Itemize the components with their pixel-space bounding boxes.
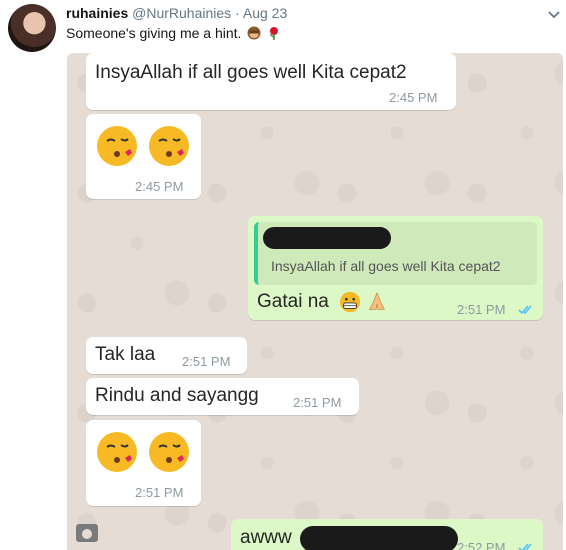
user-handle[interactable]: @NurRuhainies (132, 5, 231, 21)
tweet-header: ruhainies @NurRuhainies · Aug 23 Someone… (0, 0, 566, 52)
message-time: 2:52 PM (457, 540, 506, 550)
message-bubble-outgoing: awww 2:52 PM (231, 519, 543, 550)
quoted-message[interactable]: InsyaAllah if all goes well Kita cepat2 (254, 222, 537, 285)
kissing-face-icon (149, 432, 189, 472)
kissing-face-icon (149, 126, 189, 166)
grimacing-face-icon (339, 291, 361, 313)
redacted-name (263, 227, 391, 249)
quoted-text: InsyaAllah if all goes well Kita cepat2 (271, 258, 501, 274)
redacted-name (300, 526, 458, 550)
author-line: ruhainies @NurRuhainies · Aug 23 (66, 5, 287, 21)
message-time: 2:51 PM (293, 395, 342, 410)
message-bubble-outgoing: InsyaAllah if all goes well Kita cepat2 … (248, 216, 543, 320)
tweet-date[interactable]: Aug 23 (243, 5, 287, 21)
message-text: awww (240, 527, 292, 548)
message-text: Gatai na (257, 291, 329, 312)
message-bubble-incoming: 2:45 PM (86, 114, 201, 199)
message-text: Rindu and sayangg (95, 385, 259, 406)
kissing-face-icon (97, 432, 137, 472)
message-time: 2:45 PM (135, 179, 184, 194)
message-time: 2:51 PM (135, 485, 184, 500)
message-bubble-incoming: 2:51 PM (86, 420, 201, 506)
read-receipt-icon (518, 305, 532, 315)
see-no-evil-monkey-icon (247, 26, 261, 40)
tweet-text-body: Someone's giving me a hint. (66, 25, 242, 41)
message-time: 2:51 PM (182, 354, 231, 369)
separator-dot: · (235, 5, 240, 21)
avatar[interactable] (8, 4, 56, 52)
message-time: 2:51 PM (457, 302, 506, 317)
message-text: InsyaAllah if all goes well Kita cepat2 (95, 62, 407, 83)
message-bubble-incoming: Rindu and sayangg 2:51 PM (86, 378, 359, 415)
kissing-face-icon (97, 126, 137, 166)
read-receipt-icon (518, 543, 532, 550)
camera-icon[interactable] (75, 523, 99, 543)
chevron-down-icon[interactable] (546, 6, 562, 22)
rose-icon (270, 27, 279, 40)
message-time: 2:45 PM (389, 90, 438, 105)
tweet-text: Someone's giving me a hint. (66, 25, 281, 41)
message-text: Tak laa (95, 344, 156, 365)
folded-hands-icon (369, 291, 385, 310)
message-bubble-incoming: InsyaAllah if all goes well Kita cepat2 … (86, 53, 456, 110)
display-name[interactable]: ruhainies (66, 5, 128, 21)
message-bubble-incoming: Tak laa 2:51 PM (86, 337, 247, 374)
chat-screenshot: InsyaAllah if all goes well Kita cepat2 … (67, 53, 563, 550)
